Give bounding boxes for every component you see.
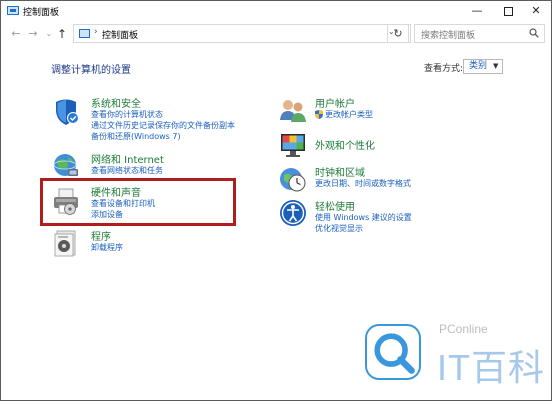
maximize-icon [503,6,513,16]
link-file-history[interactable]: 通过文件历史记录保存你的文件备份副本 [91,120,235,131]
forward-button[interactable]: → [26,26,40,42]
category-title[interactable]: 程序 [91,228,111,243]
clock-icon[interactable] [278,164,308,194]
category-title[interactable]: 用户帐户 [315,95,355,110]
link-uninstall-program[interactable]: 卸载程序 [91,242,123,253]
accessibility-icon[interactable] [278,198,308,228]
view-by-label: 查看方式: [424,64,464,74]
link-change-date-time-format[interactable]: 更改日期、时间或数字格式 [315,178,411,189]
shield-icon[interactable] [51,96,81,126]
maximize-button[interactable] [493,1,523,21]
link-change-account-type[interactable]: 更改帐户类型 [325,109,373,120]
users-icon[interactable] [278,96,308,126]
link-view-computer-status[interactable]: 查看你的计算机状态 [91,109,163,120]
recent-locations-button[interactable]: ⌄ [42,26,56,42]
up-button[interactable]: ↑ [55,26,69,42]
category-system-security: 系统和安全 查看你的计算机状态 通过文件历史记录保存你的文件备份副本 备份和还原… [51,96,251,146]
watermark: PConline IT百科 [359,319,551,400]
control-panel-icon [7,6,19,15]
link-network-status[interactable]: 查看网络状态和任务 [91,165,163,176]
navigation-bar: ← → ⌄ ↑ › 控制面板 ⌄ ↻ 搜索控制面板 [1,21,551,47]
page-heading: 调整计算机的设置 [51,65,131,76]
search-input[interactable]: 搜索控制面板 [421,28,475,41]
title-bar[interactable]: 控制面板 — ✕ [1,1,551,21]
category-title[interactable]: 轻松使用 [315,198,355,213]
hardware-highlight-box [40,178,236,226]
category-ease-of-access: 轻松使用 使用 Windows 建议的设置 优化视觉显示 [278,198,478,234]
category-title[interactable]: 时钟和区域 [315,164,365,179]
back-button[interactable]: ← [9,26,23,42]
close-button[interactable]: ✕ [521,1,551,21]
category-title[interactable]: 外观和个性化 [315,137,375,152]
watermark-brand: PConline [439,322,488,336]
network-icon[interactable] [51,151,81,181]
control-panel-window: 控制面板 — ✕ ← → ⌄ ↑ › 控制面板 ⌄ ↻ 搜索控制面板 调整计算机… [0,0,552,401]
search-box[interactable]: 搜索控制面板 [414,24,545,43]
category-appearance: 外观和个性化 [278,130,478,160]
watermark-logo-icon [365,324,421,380]
category-clock-region: 时钟和区域 更改日期、时间或数字格式 [278,164,478,194]
breadcrumb-separator[interactable]: › [94,27,98,37]
link-optimize-visual-display[interactable]: 优化视觉显示 [315,223,363,234]
refresh-button[interactable]: ↻ [387,24,409,43]
programs-icon[interactable] [51,228,81,258]
category-title[interactable]: 系统和安全 [91,95,141,110]
watermark-title: IT百科 [437,347,545,388]
category-network-internet: 网络和 Internet 查看网络状态和任务 [51,151,251,179]
link-backup-restore[interactable]: 备份和还原(Windows 7) [91,131,181,142]
category-programs: 程序 卸载程序 [51,228,231,260]
control-panel-icon [79,29,90,38]
breadcrumb-control-panel[interactable]: 控制面板 [102,28,138,41]
appearance-icon[interactable] [278,130,308,160]
address-bar[interactable]: › 控制面板 ⌄ [73,24,411,43]
search-icon[interactable] [529,28,539,38]
uac-shield-icon [315,110,323,119]
window-title: 控制面板 [23,8,60,18]
chevron-down-icon: ▼ [493,62,499,70]
category-user-accounts: 用户帐户 更改帐户类型 [278,96,478,126]
minimize-button[interactable]: — [462,1,492,21]
view-by-dropdown[interactable]: 类别 ▼ [463,59,503,74]
view-by-value: 类别 [469,61,488,71]
link-recommended-settings[interactable]: 使用 Windows 建议的设置 [315,212,412,223]
category-title[interactable]: 网络和 Internet [91,151,164,166]
